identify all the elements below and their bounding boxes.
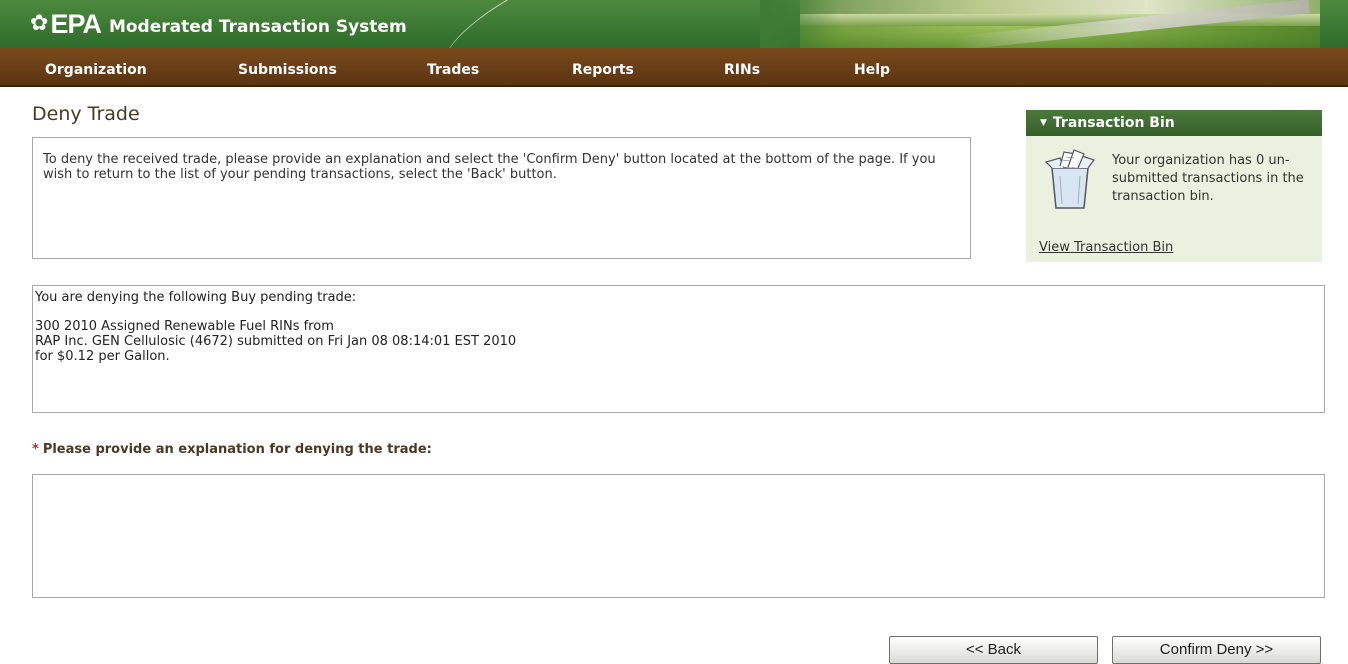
explanation-label-text: Please provide an explanation for denyin…: [42, 442, 432, 457]
app-header: ✿ EPA Moderated Transaction System: [0, 0, 1348, 48]
epa-logo[interactable]: ✿ EPA Moderated Transaction System: [30, 8, 407, 40]
instructions-box: To deny the received trade, please provi…: [32, 137, 971, 259]
transaction-bin-icon: [1044, 149, 1095, 209]
trade-intro: You are denying the following Buy pendin…: [35, 290, 357, 305]
header-landscape-photo: [800, 0, 1320, 48]
instructions-text: To deny the received trade, please provi…: [43, 152, 936, 182]
nav-item-help[interactable]: Help: [854, 62, 890, 78]
trade-line-price: for $0.12 per Gallon.: [35, 349, 170, 364]
page-title: Deny Trade: [32, 103, 140, 125]
explanation-textarea[interactable]: [32, 474, 1325, 598]
trade-details-box: You are denying the following Buy pendin…: [32, 285, 1325, 413]
view-transaction-bin-link[interactable]: View Transaction Bin: [1039, 240, 1173, 255]
nav-item-trades[interactable]: Trades: [427, 62, 479, 78]
header-swoosh: [426, 0, 554, 48]
nav-item-rins[interactable]: RINs: [724, 62, 760, 78]
main-nav: Organization Submissions Trades Reports …: [0, 48, 1348, 87]
transaction-bin-panel: Your organization has 0 un-submitted tra…: [1026, 136, 1322, 262]
collapse-triangle-icon: ▼: [1040, 118, 1047, 128]
nav-item-reports[interactable]: Reports: [572, 62, 634, 78]
transaction-bin-title: Transaction Bin: [1052, 115, 1175, 131]
epa-logo-text: EPA: [50, 8, 102, 39]
transaction-bin-header[interactable]: ▼ Transaction Bin: [1026, 110, 1322, 136]
trade-line-quantity: 300 2010 Assigned Renewable Fuel RINs fr…: [35, 319, 334, 334]
nav-item-organization[interactable]: Organization: [45, 62, 147, 78]
epa-flower-icon: ✿: [30, 11, 49, 36]
trade-line-partner: RAP Inc. GEN Cellulosic (4672) submitted…: [35, 334, 517, 349]
required-marker: *: [32, 442, 39, 457]
nav-item-submissions[interactable]: Submissions: [238, 62, 337, 78]
explanation-label: * Please provide an explanation for denyi…: [32, 442, 432, 457]
system-name: Moderated Transaction System: [108, 17, 407, 37]
transaction-bin-message: Your organization has 0 un-submitted tra…: [1112, 153, 1304, 204]
